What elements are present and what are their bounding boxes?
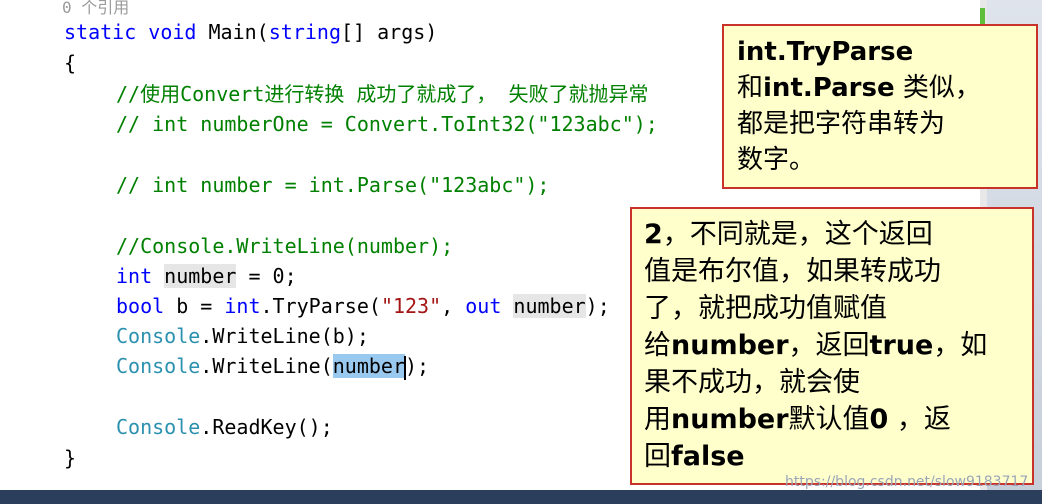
note2-line6: 用number默认值0 ，返 bbox=[644, 404, 951, 435]
selected-number[interactable]: number bbox=[332, 354, 405, 378]
param-rest: [] args) bbox=[340, 20, 438, 44]
type-console: Console bbox=[116, 415, 201, 439]
annotation-note-2: 2，不同就是，这个返回 值是布尔值，如果转成功 了，就把成功值赋值 给numbe… bbox=[630, 207, 1034, 485]
comment-parse: // int number = int.Parse("123abc"); bbox=[116, 173, 550, 197]
tryparse-line: bool b = int.TryParse("123", out number)… bbox=[116, 294, 610, 318]
keyword-void: void bbox=[148, 20, 197, 44]
variable-number-highlight[interactable]: number bbox=[164, 264, 237, 288]
keyword-bool: bool bbox=[116, 294, 165, 318]
keyword-int: int bbox=[116, 264, 153, 288]
note2-line5: 果不成功，就会使 bbox=[644, 367, 860, 398]
note1-line1: int.TryParse bbox=[737, 37, 914, 67]
keyword-out: out bbox=[465, 294, 502, 318]
note1-line3: 都是把字符串转为 bbox=[737, 109, 946, 139]
close-brace: } bbox=[64, 446, 77, 470]
open-brace: { bbox=[64, 51, 77, 75]
note1-line4: 数字。 bbox=[737, 145, 816, 175]
note1-line2: 和int.Parse 类似， bbox=[737, 73, 981, 103]
readkey-line: Console.ReadKey(); bbox=[116, 415, 333, 439]
declaration-line: int number = 0; bbox=[116, 264, 297, 288]
method-signature-line: static void Main(string[] args) bbox=[64, 18, 437, 46]
variable-number-highlight[interactable]: number bbox=[513, 294, 586, 318]
type-console: Console bbox=[116, 354, 201, 378]
reference-count-hint[interactable]: 0 个引用 bbox=[62, 0, 129, 18]
writeline-number-line: Console.WriteLine(number); bbox=[116, 354, 430, 380]
note2-line3: 了，就把成功值赋值 bbox=[644, 293, 887, 324]
note2-line7: 回false bbox=[644, 441, 745, 472]
keyword-int: int bbox=[224, 294, 261, 318]
note2-line1: 2，不同就是，这个返回 bbox=[644, 219, 933, 250]
comment-number-one: // int numberOne = Convert.ToInt32("123a… bbox=[116, 112, 658, 136]
comment-convert: //使用Convert进行转换 成功了就成了， 失败了就抛异常 bbox=[116, 82, 649, 106]
keyword-static: static bbox=[64, 20, 137, 44]
watermark-url: https://blog.csdn.net/slow9183717 bbox=[785, 474, 1029, 490]
annotation-note-1: int.TryParse 和int.Parse 类似， 都是把字符串转为 数字。 bbox=[722, 24, 1038, 189]
bottom-bar bbox=[0, 490, 1042, 504]
string-literal: "123" bbox=[380, 294, 442, 318]
writeline-b-line: Console.WriteLine(b); bbox=[116, 324, 369, 348]
note2-line2: 值是布尔值，如果转成功 bbox=[644, 256, 941, 287]
comment-writeline: //Console.WriteLine(number); bbox=[116, 234, 454, 258]
method-name: Main( bbox=[208, 20, 269, 44]
note2-line4: 给number，返回true，如 bbox=[644, 330, 988, 361]
param-type: string bbox=[268, 20, 341, 44]
type-console: Console bbox=[116, 324, 201, 348]
